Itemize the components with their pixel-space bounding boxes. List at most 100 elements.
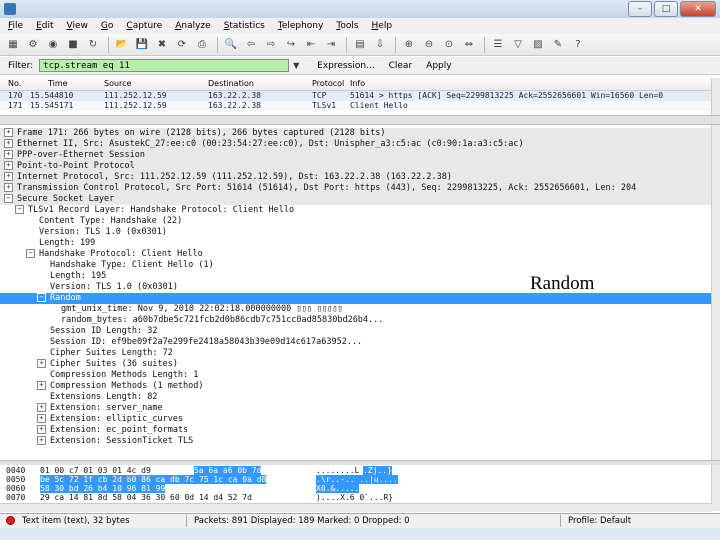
menu-statistics[interactable]: Statistics <box>224 21 265 31</box>
collapse-icon[interactable]: − <box>15 205 24 214</box>
close-file-icon[interactable]: ✖ <box>155 38 169 52</box>
tree-item[interactable]: + Extension: SessionTicket TLS <box>37 436 193 447</box>
tree-item[interactable]: + Extension: elliptic_curves <box>37 414 183 425</box>
expand-icon[interactable]: + <box>4 139 13 148</box>
colorize-icon[interactable]: ▤ <box>353 38 367 52</box>
expand-icon[interactable]: + <box>37 425 46 434</box>
tree-item[interactable]: Version: TLS 1.0 (0x0301) <box>37 282 178 293</box>
expand-icon[interactable]: + <box>37 359 46 368</box>
stop-capture-icon[interactable]: ■ <box>66 38 80 52</box>
expand-icon[interactable]: + <box>4 150 13 159</box>
zoom-in-icon[interactable]: ⊕ <box>402 38 416 52</box>
clear-button[interactable]: Clear <box>389 61 413 71</box>
menu-edit[interactable]: Edit <box>36 21 53 31</box>
tree-item[interactable]: − Random <box>0 293 712 304</box>
reload-icon[interactable]: ⟳ <box>175 38 189 52</box>
tree-item[interactable]: Session ID: ef9be09f2a7e299fe2418a58043b… <box>37 337 362 348</box>
tree-item[interactable]: gmt_unix_time: Nov 9, 2010 22:02:18.0000… <box>48 304 342 315</box>
status-profile[interactable]: Profile: Default <box>568 516 631 526</box>
bytes-hscrollbar[interactable] <box>0 503 712 512</box>
menu-file[interactable]: File <box>8 21 23 31</box>
expand-icon[interactable]: + <box>4 172 13 181</box>
resize-columns-icon[interactable]: ⇔ <box>462 38 476 52</box>
menu-capture[interactable]: Capture <box>126 21 162 31</box>
pane-splitter[interactable] <box>0 115 720 125</box>
display-filter-input[interactable]: tcp.stream eq 11 <box>39 59 290 72</box>
collapse-icon[interactable]: − <box>37 293 46 302</box>
column-protocol[interactable]: Protocol <box>312 79 344 88</box>
save-file-icon[interactable]: 💾 <box>135 38 149 52</box>
zoom-normal-icon[interactable]: ⊙ <box>442 38 456 52</box>
menu-telephony[interactable]: Telephony <box>278 21 324 31</box>
column-no[interactable]: No. <box>8 79 21 88</box>
go-first-icon[interactable]: ⇤ <box>304 38 318 52</box>
column-info[interactable]: Info <box>350 79 365 88</box>
maximize-button[interactable]: □ <box>654 1 678 17</box>
column-destination[interactable]: Destination <box>208 79 254 88</box>
menu-view[interactable]: View <box>67 21 88 31</box>
expression-button[interactable]: Expression... <box>317 61 374 71</box>
go-to-packet-icon[interactable]: ↪ <box>284 38 298 52</box>
go-back-icon[interactable]: ⇦ <box>244 38 258 52</box>
coloring-rules-icon[interactable]: ▨ <box>531 38 545 52</box>
menu-help[interactable]: Help <box>372 21 393 31</box>
packet-row[interactable]: 170 15.544810 111.252.12.59 163.22.2.38 … <box>0 91 712 101</box>
interface-list-icon[interactable]: ▦ <box>6 38 20 52</box>
find-packet-icon[interactable]: 🔍 <box>224 38 238 52</box>
expand-icon[interactable]: + <box>37 381 46 390</box>
menu-go[interactable]: Go <box>101 21 114 31</box>
packet-row[interactable]: 171 15.545171 111.252.12.59 163.22.2.38 … <box>0 101 712 111</box>
tree-item[interactable]: − Handshake Protocol: Client Hello <box>26 249 203 260</box>
start-capture-icon[interactable]: ◉ <box>46 38 60 52</box>
window-titlebar[interactable]: – □ ✕ <box>0 0 720 19</box>
capture-filters-icon[interactable]: ☰ <box>491 38 505 52</box>
column-source[interactable]: Source <box>104 79 131 88</box>
menu-analyze[interactable]: Analyze <box>175 21 210 31</box>
go-last-icon[interactable]: ⇥ <box>324 38 338 52</box>
tree-item[interactable]: + Extension: ec_point_formats <box>37 425 188 436</box>
go-forward-icon[interactable]: ⇨ <box>264 38 278 52</box>
column-time[interactable]: Time <box>48 79 68 88</box>
hex-row[interactable]: 0070 29 ca 14 81 8d 58 04 36 30 60 0d 14 … <box>6 493 706 502</box>
collapse-icon[interactable]: − <box>26 249 35 258</box>
expand-icon[interactable]: + <box>37 403 46 412</box>
tree-item[interactable]: Handshake Type: Client Hello (1) <box>37 260 214 271</box>
print-icon[interactable]: ⎙ <box>195 38 209 52</box>
tree-item[interactable]: Session ID Length: 32 <box>37 326 157 337</box>
menu-tools[interactable]: Tools <box>336 21 358 31</box>
collapse-icon[interactable]: − <box>4 194 13 203</box>
tree-item[interactable]: Length: 199 <box>26 238 95 249</box>
open-file-icon[interactable]: 📂 <box>115 38 129 52</box>
minimize-button[interactable]: – <box>628 1 652 17</box>
tree-item[interactable]: − TLSv1 Record Layer: Handshake Protocol:… <box>15 205 294 216</box>
expand-icon[interactable]: + <box>37 436 46 445</box>
packet-list-scrollbar[interactable] <box>711 78 720 115</box>
auto-scroll-icon[interactable]: ⇩ <box>373 38 387 52</box>
tree-item[interactable]: Extensions Length: 82 <box>37 392 157 403</box>
expert-info-icon[interactable] <box>6 516 15 525</box>
capture-options-icon[interactable]: ⚙ <box>26 38 40 52</box>
close-button[interactable]: ✕ <box>680 1 716 17</box>
tree-item[interactable]: random_bytes: a60b7dbe5c721fcb2d0b86cdb7… <box>48 315 383 326</box>
zoom-out-icon[interactable]: ⊖ <box>422 38 436 52</box>
bytes-scrollbar[interactable] <box>711 465 720 511</box>
display-filters-icon[interactable]: ▽ <box>511 38 525 52</box>
help-icon[interactable]: ? <box>571 38 585 52</box>
restart-capture-icon[interactable]: ↻ <box>86 38 100 52</box>
details-scrollbar[interactable] <box>711 125 720 460</box>
tree-item[interactable]: Content Type: Handshake (22) <box>26 216 182 227</box>
hex-row[interactable]: 0040 01 00 c7 01 03 01 4c d9 5a 6a a6 0b … <box>6 466 706 475</box>
tree-item[interactable]: Length: 195 <box>37 271 106 282</box>
expand-icon[interactable]: + <box>4 128 13 137</box>
chevron-down-icon[interactable]: ▼ <box>293 61 303 70</box>
apply-button[interactable]: Apply <box>426 61 451 71</box>
tree-item[interactable]: + Cipher Suites (36 suites) <box>37 359 178 370</box>
tree-item[interactable]: Cipher Suites Length: 72 <box>37 348 173 359</box>
tree-item[interactable]: + Extension: server_name <box>37 403 163 414</box>
hex-row[interactable]: 0060 58 30 bd 26 b4 10 96 81 99 X0.&..... <box>6 484 706 493</box>
tree-item[interactable]: Compression Methods Length: 1 <box>37 370 198 381</box>
hex-row[interactable]: 0050 be 5c 72 1f cb 2d b0 86 ca db 7c 75 … <box>6 475 706 484</box>
tree-item[interactable]: Version: TLS 1.0 (0x0301) <box>26 227 167 238</box>
expand-icon[interactable]: + <box>37 414 46 423</box>
expand-icon[interactable]: + <box>4 183 13 192</box>
